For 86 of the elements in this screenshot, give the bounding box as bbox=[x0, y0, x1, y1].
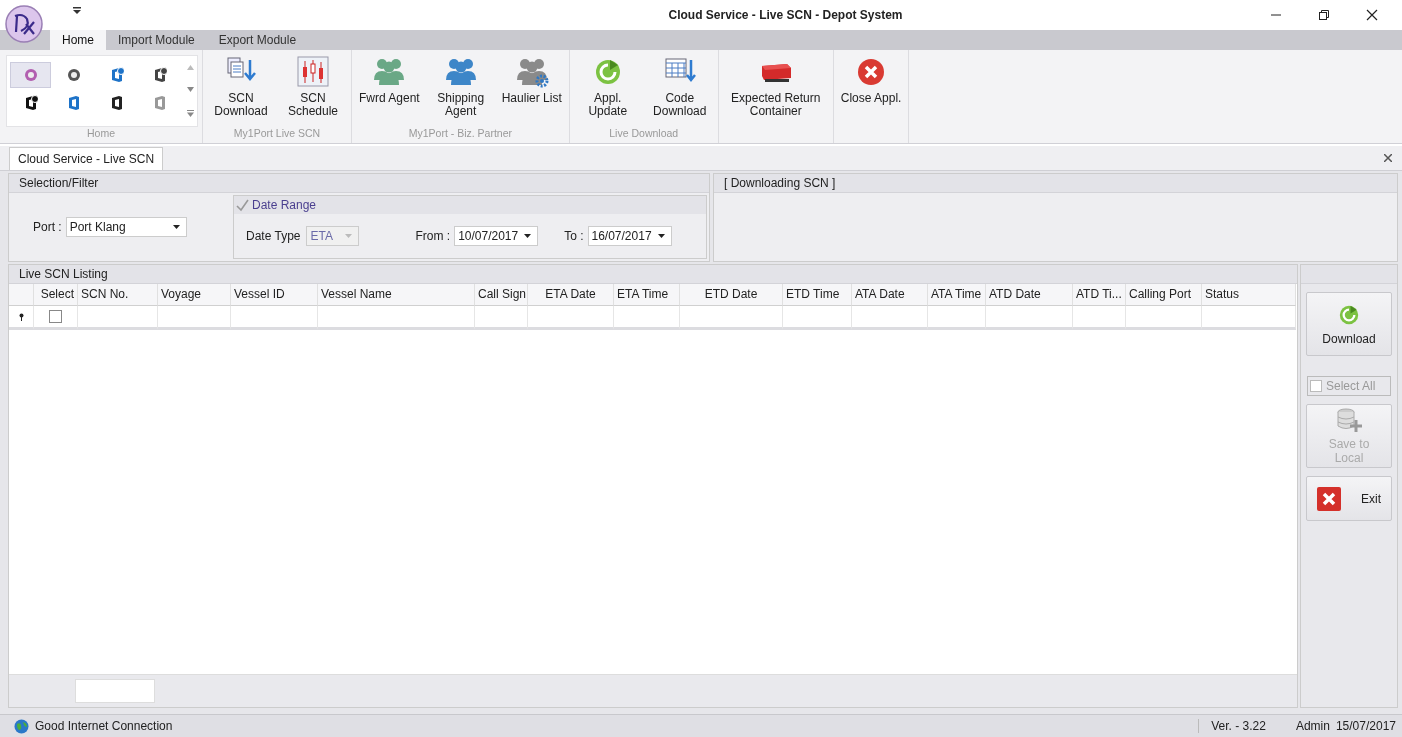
date-type-label: Date Type bbox=[246, 229, 301, 243]
ribbon-button[interactable]: Close Appl. bbox=[835, 54, 907, 127]
ribbon-button[interactable]: SCN Schedule bbox=[277, 54, 349, 127]
column-header[interactable]: Vessel ID bbox=[231, 284, 318, 306]
people-icon bbox=[372, 56, 407, 88]
window-title: Cloud Service - Live SCN - Depot System bbox=[667, 8, 904, 22]
database-add-icon bbox=[1336, 407, 1362, 433]
footer-field[interactable] bbox=[75, 679, 155, 703]
to-label: To : bbox=[564, 229, 584, 243]
filter-row-icon bbox=[18, 312, 24, 321]
column-header[interactable]: Select bbox=[34, 284, 78, 306]
table-cell bbox=[928, 306, 986, 330]
dropdown-arrow-icon bbox=[524, 234, 532, 238]
column-header[interactable]: ETD Date bbox=[680, 284, 783, 306]
ribbon-button[interactable]: Code Download bbox=[643, 54, 716, 127]
status-date: 15/07/2017 bbox=[1335, 719, 1396, 733]
column-header[interactable]: ATD Date bbox=[986, 284, 1073, 306]
column-header[interactable]: SCN No. bbox=[78, 284, 158, 306]
column-header[interactable]: Vessel Name bbox=[318, 284, 475, 306]
gallery-expand-icon[interactable] bbox=[186, 110, 194, 118]
from-label: From : bbox=[415, 229, 451, 243]
group-caption: My1Port - Biz. Partner bbox=[407, 127, 513, 141]
group-caption: Live Download bbox=[608, 127, 680, 141]
date-range-checkbox[interactable] bbox=[236, 198, 249, 212]
office-icon bbox=[109, 67, 124, 83]
group-caption: Home bbox=[86, 127, 116, 141]
download-button[interactable]: Download bbox=[1306, 292, 1392, 356]
column-header[interactable]: ETD Time bbox=[783, 284, 852, 306]
column-header[interactable]: ETA Date bbox=[528, 284, 614, 306]
dropdown-arrow-icon bbox=[345, 234, 353, 238]
office-icon bbox=[66, 95, 81, 111]
checkbox-icon bbox=[1310, 380, 1322, 392]
user-name: Admin bbox=[1295, 719, 1330, 733]
people-gear-icon bbox=[514, 56, 549, 88]
chart-icon bbox=[296, 56, 330, 88]
globe-icon bbox=[14, 718, 29, 734]
dropdown-arrow-icon bbox=[657, 234, 665, 238]
restore-icon[interactable] bbox=[1318, 9, 1330, 21]
column-header[interactable]: ATA Date bbox=[852, 284, 928, 306]
ribbon-button[interactable]: Fwrd Agent bbox=[354, 54, 425, 127]
ring-icon bbox=[23, 68, 38, 82]
column-header[interactable]: ETA Time bbox=[614, 284, 680, 306]
version-text: Ver. - 3.22 bbox=[1198, 719, 1266, 733]
ring-icon bbox=[66, 68, 81, 82]
table-cell bbox=[475, 306, 528, 330]
office-icon bbox=[109, 95, 124, 111]
exit-button[interactable]: Exit bbox=[1306, 476, 1392, 521]
table-cell bbox=[783, 306, 852, 330]
group-caption: My1Port Live SCN bbox=[232, 127, 322, 141]
quick-access-dropdown-icon[interactable] bbox=[73, 6, 81, 14]
select-checkbox[interactable] bbox=[49, 310, 62, 323]
port-label: Port : bbox=[33, 220, 62, 234]
column-header[interactable]: Voyage bbox=[158, 284, 231, 306]
port-dropdown[interactable]: Port Klang bbox=[65, 217, 187, 237]
column-header[interactable]: Calling Port bbox=[1126, 284, 1202, 306]
panel-title: Live SCN Listing bbox=[9, 265, 1297, 284]
document-tab[interactable]: Cloud Service - Live SCN bbox=[9, 147, 164, 170]
office-icon bbox=[23, 95, 38, 111]
ribbon-button[interactable]: SCN Download bbox=[205, 54, 277, 127]
close-icon[interactable] bbox=[1366, 9, 1378, 21]
column-header[interactable]: ATD Ti... bbox=[1073, 284, 1126, 306]
office-icon bbox=[152, 95, 167, 111]
table-cell bbox=[1073, 306, 1126, 330]
panel-title: Selection/Filter bbox=[9, 174, 709, 193]
office-icon bbox=[152, 67, 167, 83]
table-cell bbox=[614, 306, 680, 330]
column-header[interactable]: ATA Time bbox=[928, 284, 986, 306]
from-date-picker[interactable]: 10/07/2017 bbox=[454, 226, 539, 246]
dropdown-arrow-icon bbox=[172, 225, 180, 229]
to-date-picker[interactable]: 16/07/2017 bbox=[587, 226, 672, 246]
date-range-label: Date Range bbox=[252, 198, 317, 212]
ribbon-tab[interactable]: Import Module bbox=[106, 30, 207, 50]
column-header[interactable]: Call Sign bbox=[475, 284, 528, 306]
panel-title: [ Downloading SCN ] bbox=[714, 174, 1397, 193]
ribbon-button[interactable]: Shipping Agent bbox=[424, 54, 497, 127]
close-icon[interactable] bbox=[1384, 154, 1392, 162]
ribbon-tab[interactable]: Export Module bbox=[206, 30, 309, 50]
ribbon-button[interactable]: Expected Return Container bbox=[720, 54, 831, 127]
ribbon-button[interactable]: Haulier List bbox=[496, 54, 567, 127]
people-icon bbox=[443, 56, 478, 88]
scroll-down-icon[interactable] bbox=[186, 87, 194, 93]
ribbon-button[interactable]: Appl. Update bbox=[571, 54, 644, 127]
connection-status: Good Internet Connection bbox=[35, 719, 173, 733]
column-header[interactable]: Status bbox=[1202, 284, 1296, 306]
close-icon bbox=[1317, 486, 1341, 511]
ribbon-tab[interactable]: Home bbox=[50, 30, 106, 50]
